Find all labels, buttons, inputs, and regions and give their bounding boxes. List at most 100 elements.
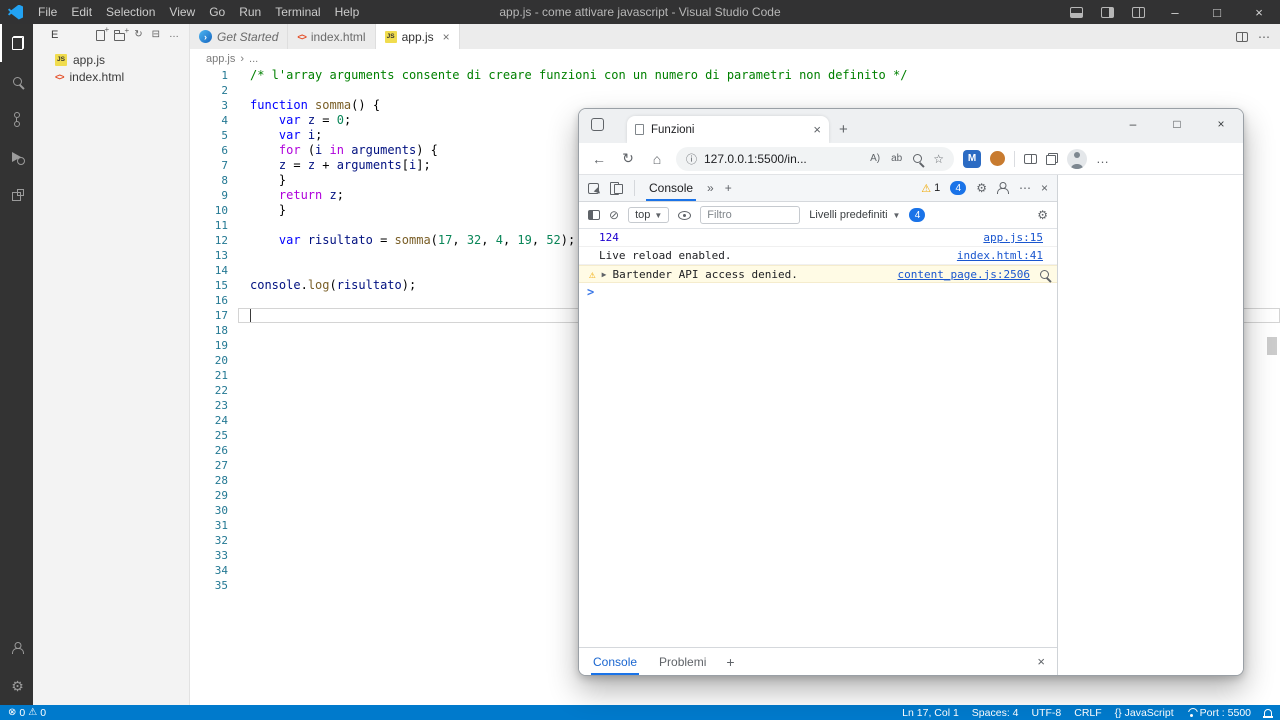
console-settings-gear-icon[interactable]: ⚙ (1037, 208, 1048, 222)
close-tab-icon[interactable]: × (443, 30, 450, 44)
editor-tab-app-js[interactable]: JSapp.js× (376, 24, 460, 49)
toggle-secondary-sidebar-icon[interactable] (1101, 7, 1114, 18)
editor-scrollbar[interactable] (1267, 337, 1277, 355)
vscode-close-button[interactable]: × (1238, 0, 1280, 24)
more-actions-icon[interactable]: … (169, 30, 179, 40)
extension-m-icon[interactable]: M (963, 150, 981, 168)
status-spaces-4[interactable]: Spaces: 4 (972, 707, 1019, 719)
warnings-counter[interactable]: ⚠ 1 (921, 182, 940, 195)
editor-more-actions-icon[interactable]: ⋯ (1258, 30, 1270, 44)
file-index.html[interactable]: <>index.html (33, 68, 189, 85)
notifications-bell-icon[interactable] (1264, 709, 1272, 716)
menu-go[interactable]: Go (202, 0, 232, 24)
menu-selection[interactable]: Selection (99, 0, 162, 24)
status-crlf[interactable]: CRLF (1074, 707, 1101, 719)
vscode-minimize-button[interactable]: – (1154, 0, 1196, 24)
address-bar[interactable]: ⓘ 127.0.0.1:5500/in... A) ab ☆ (676, 147, 954, 171)
breadcrumb[interactable]: app.js › ... (190, 49, 1280, 68)
drawer-tab-problemi[interactable]: Problemi (657, 648, 708, 675)
toggle-panel-icon[interactable] (1070, 7, 1083, 18)
refresh-explorer-icon[interactable]: ↻ (134, 30, 142, 40)
drawer-tab-console[interactable]: Console (591, 648, 639, 675)
home-button[interactable]: ⌂ (647, 151, 667, 167)
status-ln-17-col-1[interactable]: Ln 17, Col 1 (902, 707, 959, 719)
feedback-icon[interactable] (997, 182, 1009, 194)
editor-tab-index-html[interactable]: <>index.html (288, 24, 375, 49)
collections-icon[interactable] (1046, 153, 1058, 165)
devtools-menu-icon[interactable]: ⋯ (1019, 181, 1031, 195)
split-screen-icon[interactable] (1024, 154, 1037, 164)
vscode-maximize-button[interactable]: □ (1196, 0, 1238, 24)
browser-minimize-button[interactable]: – (1111, 109, 1155, 139)
new-folder-icon[interactable] (114, 33, 125, 41)
back-button[interactable]: ← (589, 151, 609, 167)
profile-avatar[interactable] (1067, 149, 1087, 169)
menu-file[interactable]: File (31, 0, 64, 24)
devtools-settings-gear-icon[interactable]: ⚙ (976, 181, 987, 195)
zoom-icon[interactable] (913, 154, 922, 163)
log-levels-dropdown[interactable]: Livelli predefiniti ▼ (809, 209, 900, 221)
inspect-element-icon[interactable] (588, 183, 599, 194)
favorite-star-icon[interactable]: ☆ (933, 152, 944, 166)
tab-actions-menu-icon[interactable] (591, 118, 604, 131)
devtools-close-icon[interactable]: × (1041, 181, 1048, 195)
status-javascript[interactable]: {} JavaScript (1115, 707, 1174, 719)
new-tab-button[interactable]: + (839, 121, 848, 138)
console-source-link[interactable]: app.js:15 (983, 231, 1043, 244)
menu-run[interactable]: Run (232, 0, 268, 24)
issues-counter[interactable]: 4 (950, 181, 966, 195)
menu-help[interactable]: Help (328, 0, 367, 24)
menu-edit[interactable]: Edit (64, 0, 99, 24)
code-line[interactable]: 2 (190, 83, 1280, 98)
settings-gear-icon[interactable]: ⚙ (0, 667, 33, 705)
problems-status[interactable]: ⊗ 0 ⚠ 0 (8, 707, 46, 719)
extension-icon[interactable] (990, 151, 1005, 166)
search-icon[interactable] (1040, 270, 1049, 279)
close-tab-icon[interactable]: × (813, 122, 821, 137)
collapse-folders-icon[interactable]: ⊟ (152, 30, 160, 40)
more-tabs-icon[interactable]: » (707, 181, 714, 195)
more-tools-icon[interactable]: + (725, 181, 732, 195)
device-emulation-icon[interactable] (610, 182, 623, 194)
search-icon[interactable] (0, 62, 33, 100)
accounts-icon[interactable] (0, 629, 33, 667)
explorer-icon[interactable] (0, 24, 33, 62)
drawer-more-icon[interactable]: + (726, 654, 734, 670)
editor-tab-get-started[interactable]: ›Get Started (190, 24, 288, 49)
status-utf-8[interactable]: UTF-8 (1032, 707, 1062, 719)
run-debug-icon[interactable] (0, 138, 33, 176)
live-server-port[interactable]: Port : 5500 (1187, 707, 1251, 719)
folder-label: E (51, 29, 58, 41)
translate-icon[interactable]: ab (891, 153, 902, 164)
browser-maximize-button[interactable]: □ (1155, 109, 1199, 139)
messages-counter[interactable]: 4 (909, 208, 925, 222)
source-control-icon[interactable] (0, 100, 33, 138)
console-prompt[interactable]: > (579, 283, 1057, 301)
live-expression-eye-icon[interactable] (678, 211, 691, 220)
devtools-tab-console[interactable]: Console (646, 175, 696, 201)
context-selector[interactable]: top ▼ (628, 207, 669, 223)
breadcrumb-file[interactable]: app.js (206, 53, 235, 65)
expand-arrow-icon[interactable]: ▶ (602, 270, 607, 279)
menu-terminal[interactable]: Terminal (268, 0, 327, 24)
console-source-link[interactable]: index.html:41 (957, 249, 1043, 262)
customize-layout-icon[interactable] (1132, 7, 1145, 18)
code-line[interactable]: 1/* l'array arguments consente di creare… (190, 68, 1280, 83)
extensions-icon[interactable] (0, 176, 33, 214)
split-editor-icon[interactable] (1236, 32, 1248, 42)
drawer-close-icon[interactable]: × (1037, 654, 1045, 669)
console-sidebar-icon[interactable] (588, 210, 600, 220)
browser-settings-menu-icon[interactable]: … (1096, 151, 1109, 166)
console-source-link[interactable]: content_page.js:2506 (898, 268, 1030, 281)
breadcrumb-rest[interactable]: ... (249, 53, 258, 65)
refresh-button[interactable]: ↻ (618, 150, 638, 167)
browser-close-button[interactable]: × (1199, 109, 1243, 139)
menu-view[interactable]: View (162, 0, 202, 24)
file-app.js[interactable]: JSapp.js (33, 51, 189, 68)
console-filter-input[interactable] (700, 206, 800, 224)
new-file-icon[interactable] (96, 30, 105, 41)
browser-tab[interactable]: Funzioni × (627, 116, 829, 143)
clear-console-icon[interactable]: ⊘ (609, 208, 619, 222)
site-info-icon[interactable]: ⓘ (686, 151, 697, 167)
read-aloud-icon[interactable]: A) (870, 153, 880, 164)
